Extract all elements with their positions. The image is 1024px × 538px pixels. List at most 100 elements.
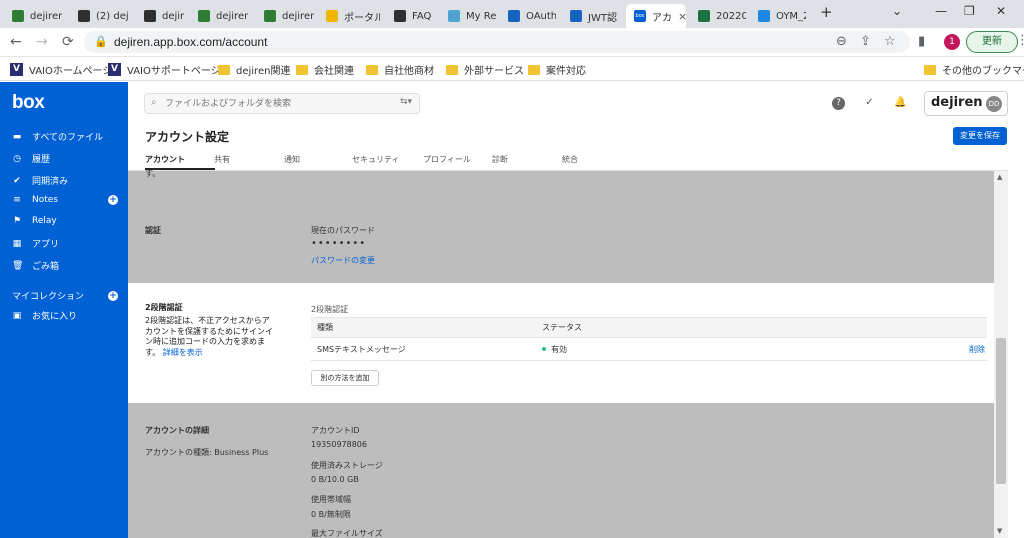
account-id-label: アカウントID	[311, 426, 360, 435]
delete-method-link[interactable]: 削除	[969, 345, 985, 354]
bookmark-item[interactable]: dejiren関連	[218, 62, 290, 77]
search-box[interactable]: ⌕ ⇆▾	[144, 93, 420, 114]
tab-favicon-icon	[570, 10, 582, 22]
restore-icon[interactable]: ❐	[964, 4, 975, 18]
tab-favicon-icon	[144, 10, 156, 22]
bookmark-item[interactable]: V VAIOホームページ	[10, 62, 112, 77]
zoom-icon[interactable]: ⊖	[836, 34, 847, 49]
change-password-link[interactable]: パスワードの変更	[311, 255, 375, 266]
browser-tab[interactable]: JWT認	[562, 4, 620, 28]
sync-icon: ✔	[13, 175, 21, 186]
other-bookmarks-label: その他のブックマーク	[942, 66, 1024, 77]
browser-tab[interactable]: dejiren	[136, 4, 184, 28]
page-title: アカウント設定	[145, 130, 230, 144]
browser-tab[interactable]: OAuth	[500, 4, 556, 28]
browser-tab[interactable]: FAQ | c	[386, 4, 434, 28]
settings-tab[interactable]: プロフィール	[423, 154, 471, 165]
sidebar-item[interactable]: ▦ アプリ	[12, 237, 122, 251]
sidebar-item-label: アプリ	[32, 240, 60, 250]
scroll-up-icon[interactable]: ▲	[997, 173, 1002, 181]
sidebar-item[interactable]: 🗑 ごみ箱	[12, 259, 122, 273]
chrome-menu-icon[interactable]: ⋮	[1016, 33, 1024, 48]
sidebar-item[interactable]: ≡ Notes +	[12, 195, 122, 205]
profile-avatar[interactable]: 1	[944, 34, 960, 50]
browser-tab[interactable]: 202206	[690, 4, 746, 28]
scroll-down-icon[interactable]: ▼	[997, 527, 1002, 535]
reload-icon[interactable]: ⟳	[62, 34, 74, 50]
browser-tab[interactable]: My Re	[440, 4, 496, 28]
bookmark-item[interactable]: V VAIOサポートページ	[108, 62, 221, 77]
box-logo[interactable]: box	[12, 92, 45, 114]
tab-title: FAQ | c	[412, 10, 434, 22]
tab-favicon-icon	[448, 10, 460, 22]
tasks-icon[interactable]: ✓	[863, 97, 876, 110]
minimize-icon[interactable]: —	[935, 4, 947, 18]
tab-favicon-icon	[394, 10, 406, 22]
sidebar-item-favorites[interactable]: ▣ お気に入り	[12, 309, 122, 323]
box-sidebar: box ▬ すべてのファイル ◷ 履歴 ✔ 同期済み ≡ Notes + ⚑ Relay ▦ アプリ 🗑 ご…	[0, 82, 128, 538]
bookmark-item[interactable]: 外部サービス	[446, 62, 524, 77]
add-collection-icon[interactable]: +	[108, 290, 118, 301]
other-bookmarks[interactable]: その他のブックマーク	[924, 62, 1024, 77]
search-input[interactable]	[165, 96, 395, 111]
add-method-button[interactable]: 別の方法を追加	[311, 370, 379, 386]
sidebar-item[interactable]: ⚑ Relay	[12, 216, 122, 226]
account-menu[interactable]: dejiren DD	[924, 91, 1008, 116]
save-changes-button[interactable]: 変更を保存	[953, 127, 1007, 145]
tab-favicon-icon	[12, 10, 24, 22]
account-details-label: アカウントの詳細	[145, 426, 209, 435]
tab-title: dejiren	[30, 10, 62, 22]
update-button[interactable]: 更新	[966, 31, 1018, 53]
browser-tab[interactable]: OYM_2	[750, 4, 806, 28]
help-icon[interactable]: ?	[832, 97, 845, 110]
tab-search-icon[interactable]: ⌄	[892, 4, 902, 18]
bookmark-label: VAIOホームページ	[29, 66, 113, 77]
scrollbar-thumb[interactable]	[996, 338, 1006, 484]
bell-icon[interactable]: 🔔	[894, 97, 907, 110]
close-tab-icon[interactable]: ×	[678, 10, 686, 23]
sidebar-item[interactable]: ◷ 履歴	[12, 152, 122, 166]
search-icon: ⌕	[151, 97, 157, 108]
browser-tab[interactable]: dejiren	[256, 4, 314, 28]
folder-icon	[924, 64, 936, 75]
browser-tab[interactable]: (2) deji	[70, 4, 128, 28]
notes-icon: ≡	[13, 195, 21, 205]
back-icon[interactable]: ←	[10, 34, 22, 50]
filter-icon[interactable]: ⇆▾	[400, 97, 412, 107]
sidebar-item[interactable]: ▬ すべてのファイル	[12, 130, 122, 144]
collections-label: マイコレクション	[12, 292, 85, 302]
table-header-row: 種類 ステータス	[311, 317, 987, 338]
browser-tab[interactable]: box アカ ×	[626, 4, 686, 28]
truncated-text: す。	[145, 169, 161, 178]
side-panel-icon[interactable]: ▮	[918, 34, 925, 49]
address-bar[interactable]: 🔒 dejiren.app.box.com/account	[84, 31, 910, 53]
address-url[interactable]: dejiren.app.box.com/account	[114, 35, 267, 49]
sidebar-collections: マイコレクション +	[12, 289, 122, 302]
favorites-icon: ▣	[12, 310, 22, 321]
settings-tab[interactable]: 統合	[562, 154, 578, 165]
browser-tab[interactable]: dejiren	[4, 4, 62, 28]
browser-tab[interactable]: ポータル	[318, 4, 380, 28]
settings-tab[interactable]: 診断	[492, 154, 508, 165]
settings-tab[interactable]: 通知	[284, 154, 300, 165]
browser-tab[interactable]: dejiren	[190, 4, 248, 28]
bookmark-item[interactable]: 自社他商材	[366, 62, 434, 77]
new-tab-icon[interactable]: +	[820, 3, 833, 21]
status-dot-icon	[542, 347, 546, 351]
bookmark-item[interactable]: 会社関連	[296, 62, 354, 77]
settings-tab[interactable]: セキュリティ	[352, 154, 400, 165]
tab-title: JWT認	[588, 12, 617, 24]
share-icon[interactable]: ⇪	[860, 34, 871, 49]
sidebar-item[interactable]: ✔ 同期済み	[12, 174, 122, 188]
add-note-icon[interactable]: +	[108, 195, 118, 205]
tab-title: OAuth	[526, 10, 556, 22]
close-window-icon[interactable]: ✕	[996, 4, 1006, 18]
star-icon[interactable]: ☆	[884, 34, 896, 49]
settings-tab[interactable]: アカウント	[145, 154, 185, 165]
settings-tab[interactable]: 共有	[214, 154, 230, 165]
account-name: dejiren	[931, 95, 983, 110]
forward-icon[interactable]: →	[36, 34, 48, 50]
details-link[interactable]: 詳細を表示	[163, 348, 203, 357]
bookmark-item[interactable]: 案件対応	[528, 62, 586, 77]
vaio-logo-icon: V	[108, 63, 121, 76]
